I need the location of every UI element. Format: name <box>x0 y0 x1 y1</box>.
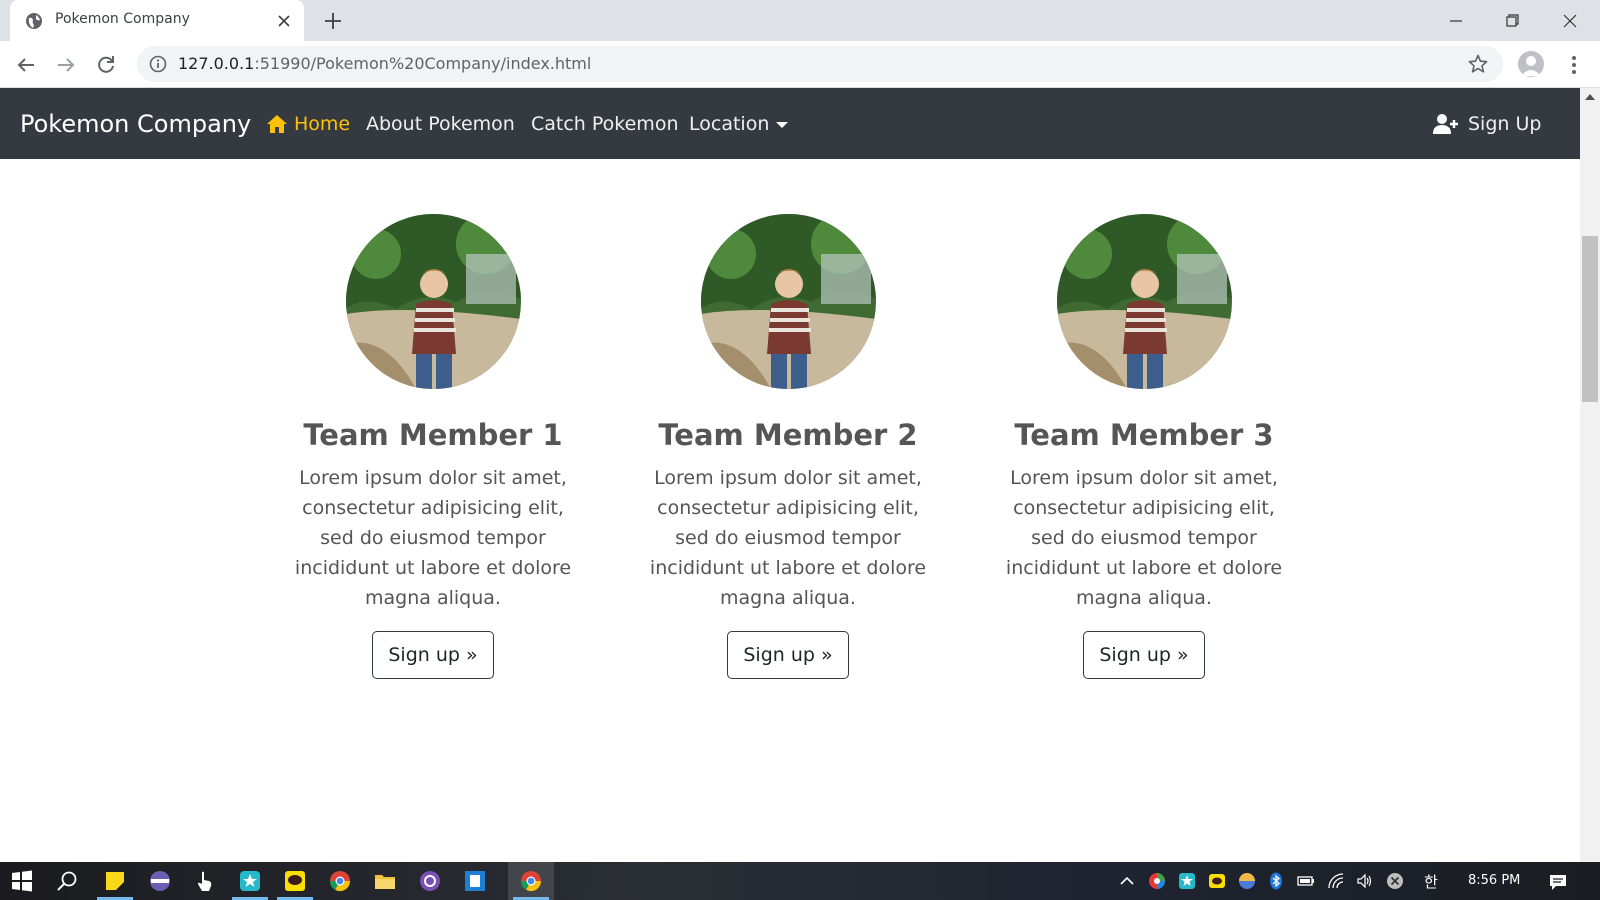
member-signup-button[interactable]: Sign up » <box>1083 631 1205 679</box>
notification-center-icon[interactable] <box>1548 872 1568 892</box>
url-path: :51990/Pokemon%20Company/index.html <box>254 54 592 73</box>
close-icon[interactable] <box>276 13 292 29</box>
new-tab-icon[interactable] <box>322 10 344 32</box>
dropdown-caret-icon[interactable] <box>776 122 788 128</box>
tray-chat-icon[interactable] <box>1208 872 1226 890</box>
navbar-brand[interactable]: Pokemon Company <box>20 110 251 138</box>
scroll-up-arrow-icon[interactable] <box>1585 94 1595 100</box>
bookmark-star-icon[interactable] <box>1467 53 1489 75</box>
nav-link-about-pokemon[interactable]: About Pokemon <box>366 113 515 135</box>
team-member-card: Team Member 3 Lorem ipsum dolor sit amet… <box>994 214 1294 679</box>
tab-title: Pokemon Company <box>55 11 190 27</box>
globe-icon <box>26 13 42 29</box>
app-icon[interactable] <box>148 869 172 893</box>
tray-star-icon[interactable] <box>1178 872 1196 890</box>
nav-link-sign-up[interactable]: Sign Up <box>1468 113 1541 135</box>
restore-icon[interactable] <box>1498 10 1526 32</box>
bluetooth-icon[interactable] <box>1267 872 1285 890</box>
profile-avatar-icon[interactable] <box>1518 51 1544 77</box>
team-member-card: Team Member 2 Lorem ipsum dolor sit amet… <box>638 214 938 679</box>
home-icon[interactable] <box>266 114 288 134</box>
wifi-icon[interactable] <box>1327 872 1345 890</box>
window-close-icon[interactable] <box>1556 10 1584 32</box>
browser-tab[interactable]: Pokemon Company <box>10 0 304 41</box>
input-language-indicator[interactable]: 한 <box>1424 871 1438 892</box>
site-navbar: Pokemon Company Home About Pokemon Catch… <box>0 88 1580 159</box>
search-icon[interactable] <box>55 869 79 893</box>
browser-tabstrip: Pokemon Company <box>0 0 1600 41</box>
url-text: 127.0.0.1:51990/Pokemon%20Company/index.… <box>178 54 591 73</box>
address-bar[interactable]: 127.0.0.1:51990/Pokemon%20Company/index.… <box>137 46 1503 82</box>
member-name: Team Member 3 <box>1014 418 1274 452</box>
member-signup-button[interactable]: Sign up » <box>727 631 849 679</box>
member-description: Lorem ipsum dolor sit amet, consectetur … <box>649 467 927 609</box>
windows-taskbar: 한 8:56 PM <box>0 862 1600 900</box>
user-plus-icon[interactable] <box>1433 113 1459 135</box>
battery-icon[interactable] <box>1297 872 1315 890</box>
file-explorer-icon[interactable] <box>373 869 397 893</box>
menu-dots-icon[interactable] <box>1564 53 1584 77</box>
nav-link-location[interactable]: Location <box>689 113 769 135</box>
windows-start-icon[interactable] <box>10 869 34 893</box>
member-name: Team Member 2 <box>658 418 918 452</box>
member-photo <box>700 214 876 389</box>
page-scrollbar[interactable] <box>1580 88 1600 862</box>
member-photo <box>1056 214 1232 389</box>
browser-toolbar: 127.0.0.1:51990/Pokemon%20Company/index.… <box>0 41 1600 88</box>
taskbar-clock[interactable]: 8:56 PM <box>1468 873 1520 888</box>
chrome-icon[interactable] <box>328 869 352 893</box>
page-viewport: Pokemon Company Home About Pokemon Catch… <box>0 88 1580 862</box>
nav-link-home[interactable]: Home <box>294 113 350 135</box>
touch-pointer-icon[interactable] <box>193 869 217 893</box>
forward-arrow-icon[interactable] <box>54 53 78 77</box>
sticky-notes-icon[interactable] <box>103 869 127 893</box>
member-description: Lorem ipsum dolor sit amet, consectetur … <box>294 467 572 609</box>
team-member-card: Team Member 1 Lorem ipsum dolor sit amet… <box>283 214 583 679</box>
kakaotalk-icon[interactable] <box>283 869 307 893</box>
scrollbar-thumb[interactable] <box>1582 236 1598 402</box>
nav-link-catch-pokemon[interactable]: Catch Pokemon <box>531 113 678 135</box>
network-disconnected-icon[interactable] <box>1386 872 1404 890</box>
minimize-icon[interactable] <box>1442 10 1470 32</box>
app-circle-icon[interactable] <box>418 869 442 893</box>
member-photo <box>345 214 521 389</box>
tray-app-icon[interactable] <box>1148 872 1166 890</box>
info-icon[interactable] <box>149 55 167 73</box>
url-host: 127.0.0.1 <box>178 54 255 73</box>
back-arrow-icon[interactable] <box>14 53 38 77</box>
volume-icon[interactable] <box>1356 872 1374 890</box>
chevron-up-icon[interactable] <box>1118 872 1136 890</box>
reload-icon[interactable] <box>94 53 118 77</box>
chrome-active-icon[interactable] <box>519 869 543 893</box>
tray-weather-icon[interactable] <box>1238 872 1256 890</box>
app-window-icon[interactable] <box>463 869 487 893</box>
member-signup-button[interactable]: Sign up » <box>372 631 494 679</box>
member-description: Lorem ipsum dolor sit amet, consectetur … <box>1005 467 1283 609</box>
member-name: Team Member 1 <box>303 418 563 452</box>
app-star-icon[interactable] <box>238 869 262 893</box>
